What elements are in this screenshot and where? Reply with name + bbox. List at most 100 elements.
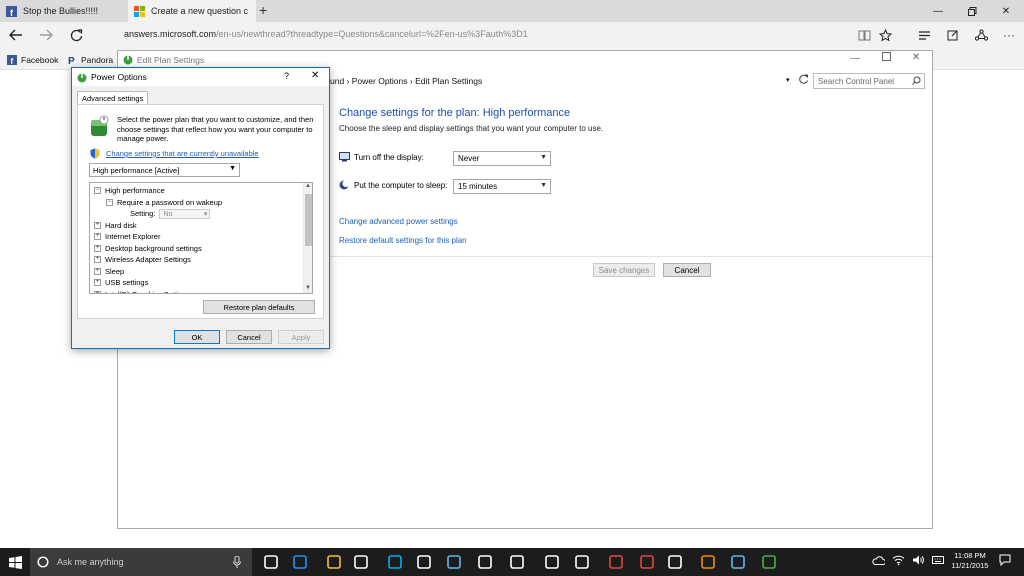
keyboard-icon[interactable] [932,555,944,565]
power-plan-select[interactable]: High performance [Active] ▼ [89,163,240,177]
document-icon[interactable] [443,551,465,573]
edit-plan-close-button[interactable]: ✕ [912,52,920,63]
media-icon[interactable] [571,551,593,573]
expand-icon[interactable]: + [94,221,101,229]
action-center-icon[interactable] [999,554,1011,566]
favorite-pandora[interactable]: P Pandora [67,52,113,68]
power-options-title: Power Options [91,72,147,82]
collapse-icon[interactable]: − [106,198,113,206]
edit-plan-minimize-button[interactable]: — [850,53,860,64]
store-icon[interactable] [350,551,372,573]
search-control-panel-input[interactable]: Search Control Panel [813,73,925,89]
hub-button[interactable] [913,25,935,45]
microphone-icon[interactable] [233,556,241,568]
tree-item[interactable]: + USB settings [94,277,148,288]
scroll-down-icon[interactable]: ▼ [305,285,311,291]
game-icon[interactable] [605,551,627,573]
tab-create-question[interactable]: Create a new question c [128,0,256,22]
tree-item-label: High performance [105,186,165,195]
expand-icon[interactable]: + [94,279,101,286]
app-icon[interactable] [636,551,658,573]
address-bar[interactable]: answers.microsoft.com/en-us/newthread?th… [124,29,528,39]
settings-icon[interactable] [541,551,563,573]
collapse-icon[interactable]: − [94,187,101,194]
svg-text:f: f [11,57,14,65]
file-explorer-icon[interactable] [323,551,345,573]
monitor-icon[interactable] [727,551,749,573]
save-changes-button[interactable]: Save changes [593,263,655,277]
share-button[interactable] [970,25,992,45]
tree-item[interactable]: + Internet Explorer [94,231,160,242]
expand-icon[interactable]: + [94,267,101,275]
back-button[interactable] [3,24,29,46]
tree-item[interactable]: + Desktop background settings [94,243,202,254]
task-view-icon[interactable] [260,551,282,573]
change-unavailable-settings-link[interactable]: Change settings that are currently unava… [106,149,259,158]
expand-icon[interactable]: + [94,256,101,263]
calendar-icon[interactable] [664,551,686,573]
facebook-icon: f [6,5,17,17]
restore-default-settings-link[interactable]: Restore default settings for this plan [339,236,467,245]
mail-icon[interactable] [474,551,496,573]
edge-icon[interactable] [289,551,311,573]
favorite-facebook[interactable]: f Facebook [7,52,58,68]
expand-icon[interactable]: + [94,244,101,252]
expand-icon[interactable]: + [94,290,101,293]
sleep-timeout-value: 15 minutes [458,182,498,191]
edit-plan-title-bar: Edit Plan Settings — ✕ [118,51,932,68]
new-tab-button[interactable]: + [259,2,267,18]
edit-plan-maximize-button[interactable] [882,52,891,61]
tab-stop-bullies[interactable]: f Stop the Bullies!!!!! [0,0,127,22]
more-button[interactable]: ··· [998,25,1020,45]
cloud-icon[interactable] [872,556,885,565]
tree-scrollbar[interactable]: ▲ ▼ [303,183,312,293]
forward-button[interactable] [33,24,59,46]
scroll-up-icon[interactable]: ▲ [305,183,311,189]
taskbar-clock[interactable]: 11:08 PM 11/21/2015 [950,551,990,571]
sleep-timeout-select[interactable]: 15 minutes ▼ [453,179,551,194]
close-button[interactable]: ✕ [989,0,1023,22]
tree-item[interactable]: Setting: No ▾ [130,208,211,219]
wifi-icon[interactable] [892,555,905,565]
scroll-thumb[interactable] [305,194,312,246]
tree-item[interactable]: + Wireless Adapter Settings [94,254,191,265]
web-note-button[interactable] [942,25,964,45]
tree-item[interactable]: + Sleep [94,266,124,277]
reading-view-button[interactable] [853,25,875,45]
breadcrumb[interactable]: und › Power Options › Edit Plan Settings [330,76,482,86]
favorite-star-button[interactable] [874,25,896,45]
restore-plan-defaults-button[interactable]: Restore plan defaults [203,300,315,314]
apply-button[interactable]: Apply [278,330,324,344]
tree-item[interactable]: − Require a password on wakeup [106,197,222,208]
cortana-search-box[interactable]: Ask me anything [30,548,252,576]
refresh-button[interactable] [63,24,89,46]
refresh-icon[interactable] [798,74,809,85]
battery-app-icon[interactable] [758,551,780,573]
edit-plan-cancel-button[interactable]: Cancel [663,263,711,277]
tree-item[interactable]: − High performance [94,185,165,196]
power-options-close-button[interactable]: ✕ [311,70,319,81]
photos-icon[interactable] [413,551,435,573]
expand-icon[interactable]: + [94,233,101,240]
more-dots-icon: ··· [1003,28,1015,42]
skype-icon[interactable] [384,551,406,573]
tree-item[interactable]: + Hard disk [94,220,137,231]
settings-tree[interactable]: − High performance − Require a password on … [89,182,313,294]
start-button[interactable] [0,548,30,576]
power-plan-icon [123,54,134,65]
tree-item-label: Setting: [130,209,156,218]
camera-icon[interactable] [506,551,528,573]
restore-button[interactable] [955,0,989,22]
breadcrumb-dropdown-icon[interactable]: ▾ [786,76,790,84]
help-button[interactable]: ? [284,71,289,81]
k-app-icon[interactable] [697,551,719,573]
tree-item[interactable]: + Intel(R) Graphics Settings [94,289,191,293]
display-timeout-select[interactable]: Never ▼ [453,151,551,166]
minimize-button[interactable]: — [921,0,955,22]
password-setting-select[interactable]: No ▾ [159,208,211,219]
volume-icon[interactable] [912,555,924,565]
tab-advanced-settings[interactable]: Advanced settings [77,91,149,105]
power-options-cancel-button[interactable]: Cancel [226,330,272,344]
ok-button[interactable]: OK [174,330,220,344]
change-advanced-power-settings-link[interactable]: Change advanced power settings [339,217,458,226]
